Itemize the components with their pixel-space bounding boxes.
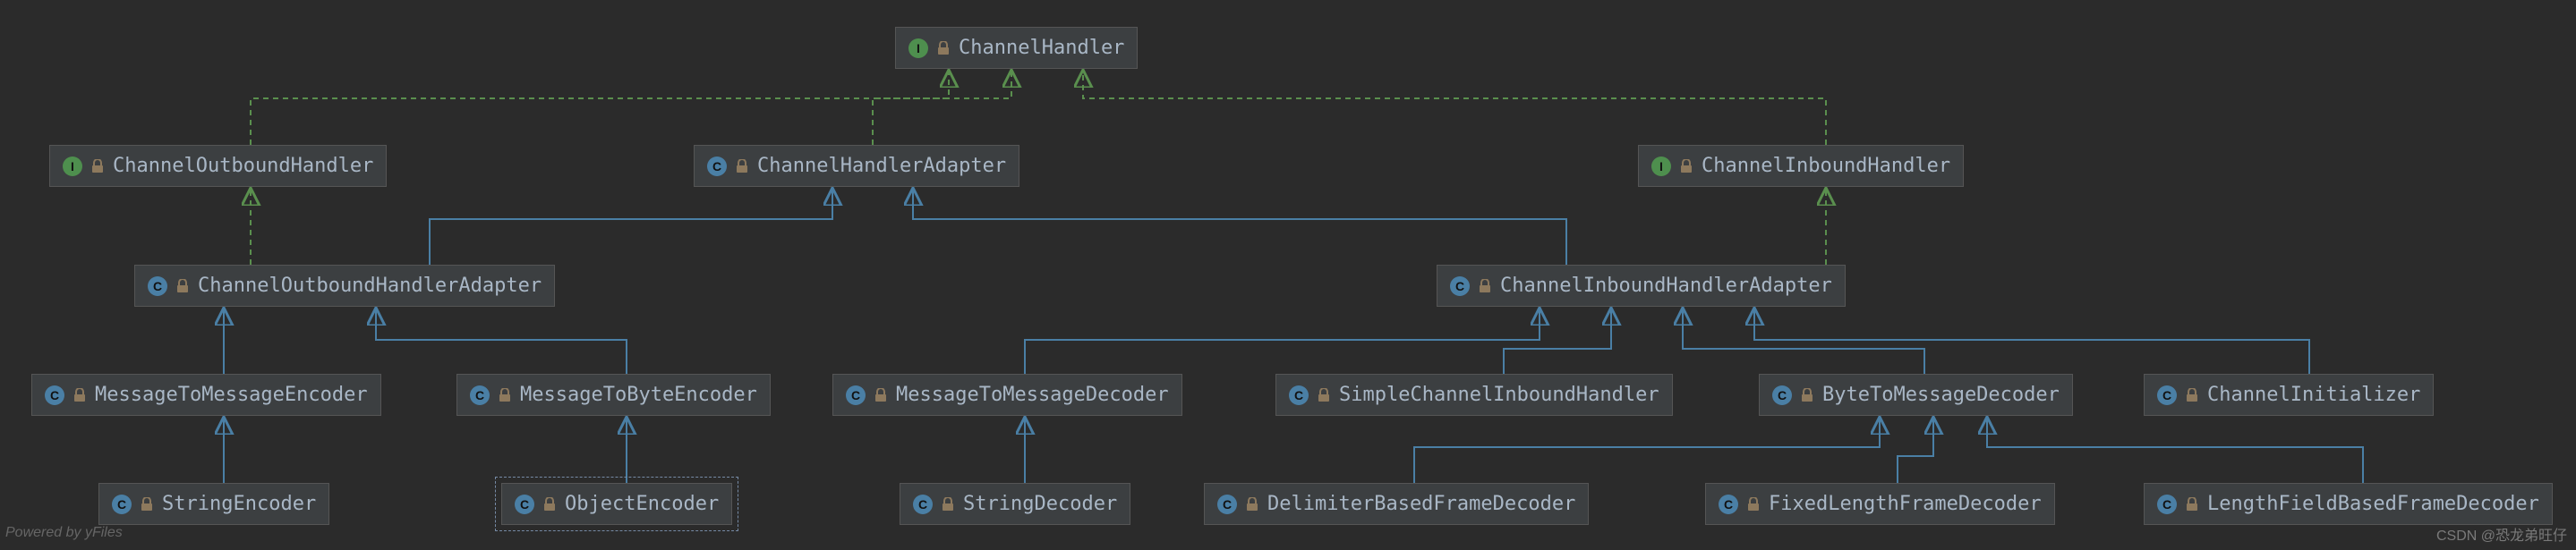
- lock-icon: [141, 497, 153, 512]
- node-simple-channel-inbound-handler[interactable]: C SimpleChannelInboundHandler: [1275, 374, 1673, 416]
- class-icon: C: [45, 385, 64, 405]
- interface-icon: I: [63, 157, 82, 176]
- lock-icon: [1246, 497, 1258, 512]
- powered-by-label: Powered by yFiles: [5, 525, 123, 541]
- class-icon: C: [707, 157, 727, 176]
- lock-icon: [937, 41, 950, 55]
- node-label: ChannelOutboundHandler: [113, 155, 373, 177]
- interface-icon: I: [908, 38, 928, 58]
- lock-icon: [1479, 279, 1491, 293]
- node-channel-initializer[interactable]: C ChannelInitializer: [2144, 374, 2434, 416]
- lock-icon: [942, 497, 954, 512]
- node-label: ChannelInitializer: [2207, 384, 2420, 406]
- node-message-to-message-encoder[interactable]: C MessageToMessageEncoder: [31, 374, 381, 416]
- class-icon: C: [913, 495, 933, 514]
- node-label: SimpleChannelInboundHandler: [1339, 384, 1659, 406]
- node-label: LengthFieldBasedFrameDecoder: [2207, 493, 2539, 515]
- node-message-to-message-decoder[interactable]: C MessageToMessageDecoder: [832, 374, 1182, 416]
- node-label: DelimiterBasedFrameDecoder: [1267, 493, 1575, 515]
- credit-label: CSDN @恐龙弟旺仔: [2436, 523, 2567, 545]
- lock-icon: [176, 279, 189, 293]
- node-label: ObjectEncoder: [565, 493, 719, 515]
- class-icon: C: [1289, 385, 1309, 405]
- lock-icon: [2186, 497, 2198, 512]
- lock-icon: [543, 497, 556, 512]
- class-icon: C: [148, 276, 167, 296]
- node-label: ByteToMessageDecoder: [1822, 384, 2060, 406]
- node-string-encoder[interactable]: C StringEncoder: [98, 483, 329, 525]
- node-label: MessageToMessageEncoder: [95, 384, 368, 406]
- class-icon: C: [515, 495, 534, 514]
- interface-icon: I: [1651, 157, 1671, 176]
- node-label: ChannelOutboundHandlerAdapter: [198, 275, 542, 297]
- lock-icon: [874, 388, 887, 402]
- node-channel-inbound-handler-adapter[interactable]: C ChannelInboundHandlerAdapter: [1437, 265, 1846, 307]
- node-label: ChannelHandlerAdapter: [757, 155, 1006, 177]
- node-byte-to-message-decoder[interactable]: C ByteToMessageDecoder: [1759, 374, 2073, 416]
- lock-icon: [499, 388, 511, 402]
- class-icon: C: [1719, 495, 1738, 514]
- node-channel-outbound-handler[interactable]: I ChannelOutboundHandler: [49, 145, 387, 187]
- lock-icon: [1680, 159, 1693, 173]
- class-icon: C: [2157, 495, 2177, 514]
- class-icon: C: [846, 385, 866, 405]
- class-icon: C: [1450, 276, 1470, 296]
- lock-icon: [1318, 388, 1330, 402]
- node-message-to-byte-encoder[interactable]: C MessageToByteEncoder: [456, 374, 771, 416]
- node-label: ChannelInboundHandler: [1702, 155, 1950, 177]
- node-label: ChannelInboundHandlerAdapter: [1500, 275, 1832, 297]
- lock-icon: [91, 159, 104, 173]
- node-label: MessageToByteEncoder: [520, 384, 757, 406]
- node-channel-outbound-handler-adapter[interactable]: C ChannelOutboundHandlerAdapter: [134, 265, 555, 307]
- node-string-decoder[interactable]: C StringDecoder: [900, 483, 1130, 525]
- class-icon: C: [112, 495, 132, 514]
- lock-icon: [73, 388, 86, 402]
- class-icon: C: [1772, 385, 1792, 405]
- node-channel-handler-adapter[interactable]: C ChannelHandlerAdapter: [694, 145, 1019, 187]
- node-label: StringDecoder: [963, 493, 1117, 515]
- lock-icon: [736, 159, 748, 173]
- lock-icon: [2186, 388, 2198, 402]
- node-label: MessageToMessageDecoder: [896, 384, 1169, 406]
- node-object-encoder[interactable]: C ObjectEncoder: [501, 483, 732, 525]
- node-length-field-based-frame-decoder[interactable]: C LengthFieldBasedFrameDecoder: [2144, 483, 2553, 525]
- class-icon: C: [2157, 385, 2177, 405]
- diagram-canvas[interactable]: I ChannelHandler I ChannelOutboundHandle…: [0, 0, 2576, 550]
- class-icon: C: [1217, 495, 1237, 514]
- lock-icon: [1801, 388, 1813, 402]
- node-channel-inbound-handler[interactable]: I ChannelInboundHandler: [1638, 145, 1964, 187]
- lock-icon: [1747, 497, 1760, 512]
- node-label: StringEncoder: [162, 493, 316, 515]
- node-fixed-length-frame-decoder[interactable]: C FixedLengthFrameDecoder: [1705, 483, 2055, 525]
- node-delimiter-based-frame-decoder[interactable]: C DelimiterBasedFrameDecoder: [1204, 483, 1589, 525]
- class-icon: C: [470, 385, 490, 405]
- node-label: ChannelHandler: [959, 37, 1124, 59]
- node-channel-handler[interactable]: I ChannelHandler: [895, 27, 1138, 69]
- node-label: FixedLengthFrameDecoder: [1769, 493, 2042, 515]
